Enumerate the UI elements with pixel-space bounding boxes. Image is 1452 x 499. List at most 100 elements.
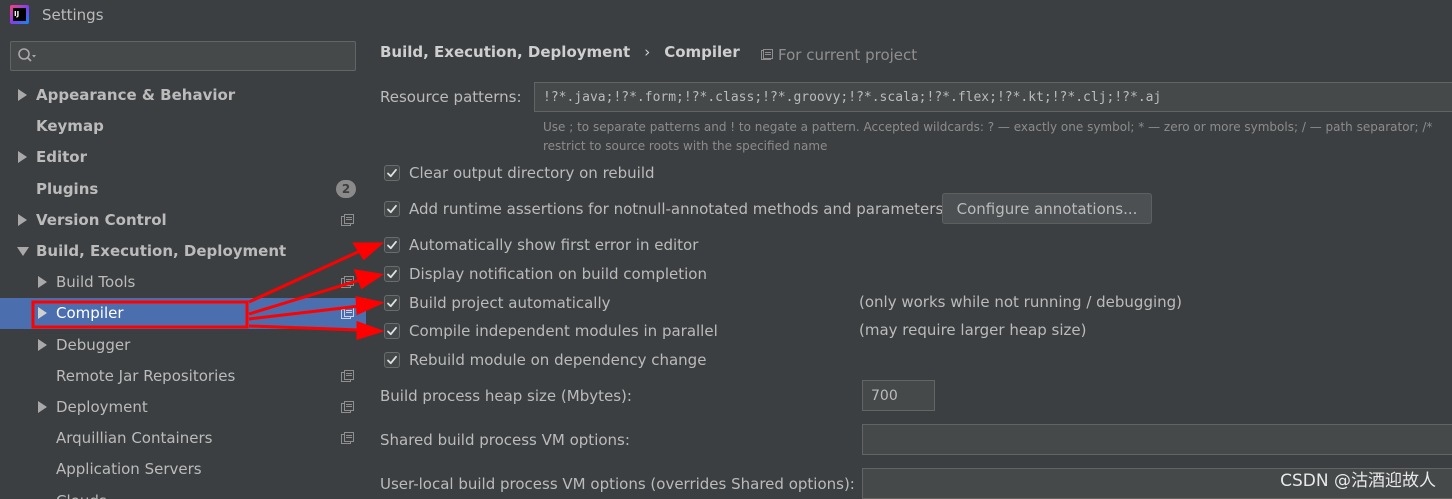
expand-arrow-icon[interactable]	[18, 151, 27, 164]
sidebar-item-label: Arquillian Containers	[56, 429, 213, 448]
sidebar-item-application-servers[interactable]: Application Servers	[0, 454, 366, 485]
project-scope-icon	[341, 369, 354, 382]
sidebar-item-editor[interactable]: Editor	[0, 142, 366, 173]
project-scope-icon	[761, 49, 773, 60]
shared-vm-options-input[interactable]	[862, 424, 1452, 455]
watermark: CSDN @沽酒迎故人	[1280, 471, 1436, 491]
resource-patterns-input[interactable]: !?*.java;!?*.form;!?*.class;!?*.groovy;!…	[534, 82, 1452, 112]
option-add-runtime-assertions-for-notnull-annotated-methods-and-parameters[interactable]: Add runtime assertions for notnull-annot…	[384, 198, 943, 220]
expand-arrow-icon[interactable]	[38, 401, 47, 413]
search-box[interactable]	[10, 41, 356, 71]
sidebar-item-label: Editor	[36, 148, 87, 167]
heap-size-label: Build process heap size (Mbytes):	[380, 387, 632, 405]
checkbox[interactable]	[384, 237, 400, 253]
option-label[interactable]: Clear output directory on rebuild	[409, 164, 655, 182]
checkbox[interactable]	[384, 165, 400, 181]
option-rebuild-module-on-dependency-change[interactable]: Rebuild module on dependency change	[384, 349, 706, 371]
project-scope-icon	[341, 213, 354, 226]
resource-patterns-value: !?*.java;!?*.form;!?*.class;!?*.groovy;!…	[543, 89, 1162, 105]
plugin-updates-badge: 2	[336, 179, 356, 198]
expand-arrow-icon[interactable]	[18, 89, 27, 101]
sidebar-item-arquillian-containers[interactable]: Arquillian Containers	[0, 423, 366, 454]
expand-arrow-icon[interactable]	[18, 213, 27, 226]
breadcrumb-separator: ›	[644, 43, 651, 61]
sidebar-item-keymap[interactable]: Keymap	[0, 111, 366, 142]
configure-annotations-button[interactable]: Configure annotations...	[942, 193, 1152, 224]
option-label[interactable]: Build project automatically	[409, 294, 611, 312]
window-title: Settings	[42, 6, 104, 24]
checkbox[interactable]	[384, 201, 400, 217]
breadcrumb: Build, Execution, Deployment › Compiler	[380, 43, 740, 61]
sidebar-item-label: Remote Jar Repositories	[56, 366, 236, 385]
checkbox[interactable]	[384, 323, 400, 339]
sidebar-item-appearance-behavior[interactable]: Appearance & Behavior	[0, 80, 366, 111]
checkbox[interactable]	[384, 352, 400, 368]
sidebar-item-label: Debugger	[56, 335, 131, 354]
search-icon[interactable]	[17, 47, 37, 65]
logo-text: IJ	[13, 8, 26, 21]
expand-arrow-icon[interactable]	[38, 338, 47, 351]
collapse-arrow-icon[interactable]	[17, 247, 29, 256]
sidebar-item-label: Application Servers	[56, 460, 202, 479]
option-clear-output-directory-on-rebuild[interactable]: Clear output directory on rebuild	[384, 162, 655, 184]
sidebar-item-clouds[interactable]: Clouds	[0, 486, 366, 499]
sidebar-item-plugins[interactable]: Plugins 2	[0, 174, 366, 205]
settings-sidebar: Appearance & Behavior Keymap Editor Plugins…	[0, 30, 366, 499]
sidebar-item-label: Appearance & Behavior	[36, 86, 236, 104]
option-note: (only works while not running / debuggin…	[859, 293, 1183, 311]
compiler-settings-panel: Build, Execution, Deployment › Compiler Fo…	[366, 30, 1452, 499]
project-scope-icon	[341, 432, 354, 445]
option-build-project-automatically[interactable]: Build project automatically	[384, 292, 611, 314]
option-note: (may require larger heap size)	[859, 321, 1087, 339]
heap-size-input[interactable]: 700	[862, 380, 935, 411]
breadcrumb-parent[interactable]: Build, Execution, Deployment	[380, 43, 630, 61]
scope-indicator: For current project	[761, 46, 917, 64]
option-display-notification-on-build-completion[interactable]: Display notification on build completion	[384, 263, 707, 285]
option-automatically-show-first-error-in-editor[interactable]: Automatically show first error in editor	[384, 234, 698, 256]
sidebar-item-label: Version Control	[36, 210, 167, 229]
project-scope-icon	[341, 307, 354, 320]
sidebar-item-build-execution-deployment[interactable]: Build, Execution, Deployment	[0, 236, 366, 267]
hint-line-1: Use ; to separate patterns and ! to nega…	[543, 120, 1433, 134]
hint-line-2: restrict to source roots with the specif…	[543, 139, 828, 153]
sidebar-item-deployment[interactable]: Deployment	[0, 392, 366, 423]
checkmark-icon	[387, 326, 397, 336]
sidebar-item-remote-jar-repositories[interactable]: Remote Jar Repositories	[0, 361, 366, 392]
sidebar-item-label: Keymap	[36, 117, 104, 136]
project-scope-icon	[341, 276, 354, 289]
option-compile-independent-modules-in-parallel[interactable]: Compile independent modules in parallel	[384, 320, 718, 342]
user-vm-options-label: User-local build process VM options (ove…	[380, 475, 855, 493]
sidebar-item-label: Compiler	[56, 304, 124, 323]
project-scope-icon	[341, 401, 354, 413]
checkmark-icon	[387, 355, 397, 365]
heap-size-value: 700	[871, 387, 898, 404]
checkmark-icon	[387, 298, 397, 308]
shared-vm-options-label: Shared build process VM options:	[380, 431, 630, 449]
sidebar-item-version-control[interactable]: Version Control	[0, 205, 366, 236]
option-label[interactable]: Display notification on build completion	[409, 265, 707, 283]
title-bar: IJ Settings	[0, 0, 1452, 30]
option-label[interactable]: Compile independent modules in parallel	[409, 322, 718, 340]
checkbox[interactable]	[384, 266, 400, 282]
sidebar-item-compiler[interactable]: Compiler	[0, 298, 366, 330]
checkbox[interactable]	[384, 295, 400, 311]
checkmark-icon	[387, 168, 397, 178]
expand-arrow-icon[interactable]	[38, 276, 47, 289]
sidebar-item-label: Plugins	[36, 179, 99, 198]
intellij-logo-icon: IJ	[10, 5, 29, 24]
scope-label: For current project	[778, 46, 918, 64]
option-label[interactable]: Add runtime assertions for notnull-annot…	[409, 200, 943, 218]
expand-arrow-icon[interactable]	[38, 307, 47, 320]
checkmark-icon	[387, 204, 397, 214]
sidebar-item-build-tools[interactable]: Build Tools	[0, 267, 366, 298]
sidebar-item-label: Build, Execution, Deployment	[36, 242, 287, 260]
option-label[interactable]: Rebuild module on dependency change	[409, 351, 706, 369]
search-input[interactable]	[39, 44, 349, 68]
sidebar-item-label: Clouds	[56, 492, 107, 499]
resource-patterns-hint-2: restrict to source roots with the specif…	[543, 139, 827, 153]
sidebar-item-debugger[interactable]: Debugger	[0, 330, 366, 361]
checkmark-icon	[387, 269, 397, 279]
resource-patterns-hint: Use ; to separate patterns and ! to nega…	[543, 120, 1432, 134]
option-label[interactable]: Automatically show first error in editor	[409, 236, 698, 254]
resource-patterns-label: Resource patterns:	[380, 88, 522, 106]
